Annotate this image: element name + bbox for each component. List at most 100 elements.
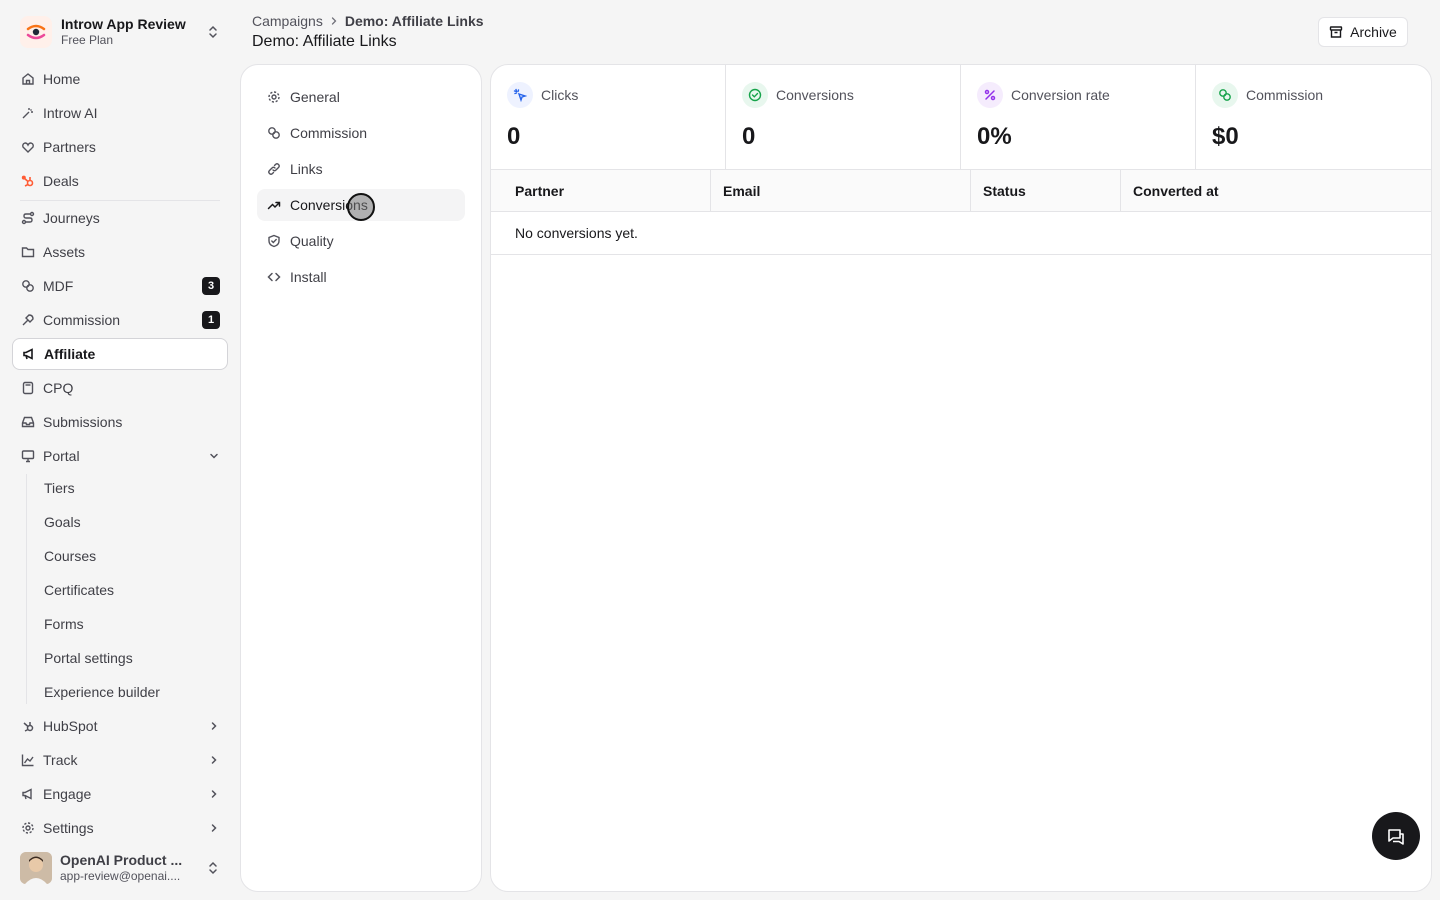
tab-conversions[interactable]: Conversions [257, 189, 465, 221]
stat-label: Clicks [541, 87, 579, 103]
archive-icon [1329, 25, 1343, 39]
tab-commission[interactable]: Commission [257, 117, 465, 149]
page-title: Demo: Affiliate Links [252, 33, 397, 50]
sidebar-item-deals[interactable]: Deals [12, 165, 228, 197]
tab-label: Quality [290, 233, 334, 249]
avatar [20, 852, 52, 884]
calculator-icon [20, 381, 35, 396]
sidebar-subitem-certificates[interactable]: Certificates [32, 574, 228, 606]
sidebar-item-label: Assets [43, 244, 86, 260]
sidebar-item-home[interactable]: Home [12, 63, 228, 95]
sidebar-item-portal[interactable]: Portal [12, 440, 228, 472]
tab-general[interactable]: General [257, 81, 465, 113]
stat-clicks: Clicks 0 [491, 65, 726, 169]
campaign-settings-nav: General Commission Links Conversions Qua… [240, 64, 482, 892]
chart-icon [20, 753, 35, 768]
sidebar-subitem-tiers[interactable]: Tiers [32, 472, 228, 504]
sidebar: Introw App Review Free Plan Home Introw … [0, 0, 240, 900]
sidebar-item-partners[interactable]: Partners [12, 131, 228, 163]
gear-icon [266, 90, 281, 105]
megaphone-icon [20, 787, 35, 802]
column-partner[interactable]: Partner [491, 170, 711, 211]
coins-icon [20, 279, 35, 294]
sidebar-subitem-forms[interactable]: Forms [32, 608, 228, 640]
stat-value: 0% [977, 123, 1012, 150]
chat-support-button[interactable] [1372, 812, 1420, 860]
sparkle-icon [20, 106, 35, 121]
link-icon [266, 162, 281, 177]
hubspot-icon [20, 174, 35, 189]
sidebar-item-commission[interactable]: Commission 1 [12, 304, 228, 336]
sidebar-item-label: Home [43, 71, 81, 87]
user-email: app-review@openai.... [60, 869, 181, 883]
workspace-switcher[interactable]: Introw App Review Free Plan [12, 10, 228, 54]
coins-icon [266, 126, 281, 141]
sidebar-group-track[interactable]: Track [12, 744, 228, 776]
workspace-plan: Free Plan [61, 33, 114, 47]
handshake-icon [20, 140, 35, 155]
stat-label: Conversions [776, 87, 854, 103]
chevron-right-icon [208, 720, 220, 732]
column-status[interactable]: Status [971, 170, 1121, 211]
nav-divider [20, 200, 220, 201]
stat-value: $0 [1212, 123, 1239, 150]
breadcrumb-campaigns-link[interactable]: Campaigns [252, 13, 323, 29]
sidebar-group-settings[interactable]: Settings [12, 812, 228, 844]
chevrons-up-down-icon [206, 25, 220, 39]
folder-icon [20, 245, 35, 260]
sidebar-item-introw-ai[interactable]: Introw AI [12, 97, 228, 129]
chevrons-up-down-icon [206, 861, 220, 875]
archive-button[interactable]: Archive [1318, 17, 1408, 47]
sidebar-item-assets[interactable]: Assets [12, 236, 228, 268]
sidebar-item-journeys[interactable]: Journeys [12, 202, 228, 234]
tab-label: Commission [290, 125, 368, 141]
breadcrumb: Campaigns Demo: Affiliate Links [252, 13, 484, 29]
archive-button-label: Archive [1350, 24, 1397, 40]
sidebar-item-label: Deals [43, 173, 79, 189]
tab-install[interactable]: Install [257, 261, 465, 293]
user-menu[interactable]: OpenAI Product ... app-review@openai.... [12, 848, 228, 888]
coins-icon [1212, 82, 1238, 108]
stat-commission: Commission $0 [1196, 65, 1431, 169]
sidebar-item-cpq[interactable]: CPQ [12, 372, 228, 404]
column-email[interactable]: Email [711, 170, 971, 211]
column-converted-at[interactable]: Converted at [1121, 170, 1431, 211]
portal-subnav-line [26, 474, 27, 704]
megaphone-icon [21, 347, 36, 362]
wrench-icon [20, 313, 35, 328]
inbox-icon [20, 415, 35, 430]
stat-value: 0 [742, 123, 756, 150]
sidebar-item-label: Submissions [43, 414, 123, 430]
sidebar-item-affiliate[interactable]: Affiliate [12, 338, 228, 370]
hubspot-icon [20, 719, 35, 734]
home-icon [20, 72, 35, 87]
sidebar-item-submissions[interactable]: Submissions [12, 406, 228, 438]
stat-label: Commission [1246, 87, 1324, 103]
tab-links[interactable]: Links [257, 153, 465, 185]
workspace-name: Introw App Review [61, 16, 186, 32]
sidebar-item-mdf[interactable]: MDF 3 [12, 270, 228, 302]
check-circle-icon [742, 82, 768, 108]
tab-label: Install [290, 269, 327, 285]
tab-label: General [290, 89, 340, 105]
sidebar-item-label: Engage [43, 786, 92, 802]
sidebar-item-label: MDF [43, 278, 74, 294]
trending-up-icon [266, 198, 281, 213]
stat-conversions: Conversions 0 [726, 65, 961, 169]
tab-quality[interactable]: Quality [257, 225, 465, 257]
sidebar-group-hubspot[interactable]: HubSpot [12, 710, 228, 742]
sidebar-item-label: Settings [43, 820, 94, 836]
sidebar-subitem-goals[interactable]: Goals [32, 506, 228, 538]
sidebar-subitem-portal-settings[interactable]: Portal settings [32, 642, 228, 674]
sidebar-item-label: Track [43, 752, 78, 768]
sidebar-item-label: CPQ [43, 380, 74, 396]
sidebar-group-engage[interactable]: Engage [12, 778, 228, 810]
sidebar-subitem-courses[interactable]: Courses [32, 540, 228, 572]
conversions-panel: Clicks 0 Conversions 0 Conversion rate 0… [490, 64, 1432, 892]
sidebar-subitem-experience-builder[interactable]: Experience builder [32, 676, 228, 708]
chevron-right-icon [208, 788, 220, 800]
stat-conversion-rate: Conversion rate 0% [961, 65, 1196, 169]
monitor-icon [20, 449, 35, 464]
pointer-click-icon [507, 82, 533, 108]
conversions-table: Partner Email Status Converted at No con… [491, 170, 1431, 255]
